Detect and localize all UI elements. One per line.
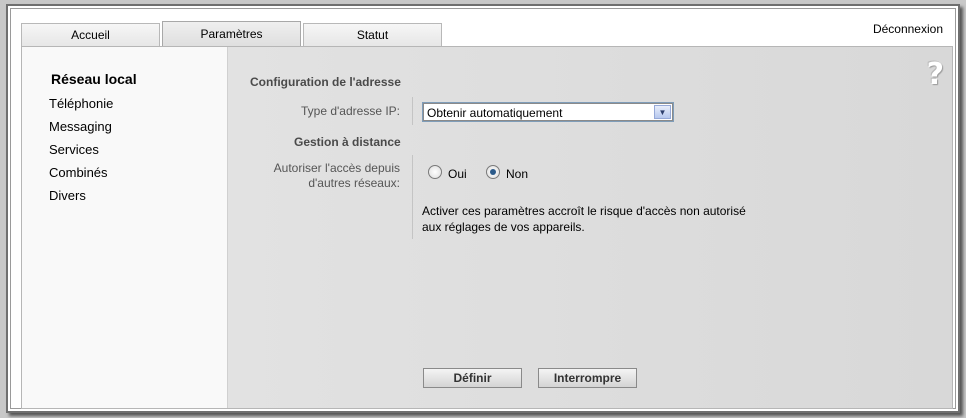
address-config-title: Configuration de l'adresse [250,75,401,89]
tab-parametres[interactable]: Paramètres [162,21,301,47]
ip-type-label: Type d'adresse IP: [300,104,400,118]
separator [412,155,413,239]
app-frame-inner: Accueil Paramètres Statut Déconnexion Ré… [10,8,956,409]
remote-management-title: Gestion à distance [294,135,401,149]
ip-type-value: Obtenir automatiquement [427,106,563,120]
radio-oui-label[interactable]: Oui [448,167,467,181]
separator [412,97,413,125]
sidebar-item-messaging[interactable]: Messaging [49,119,112,134]
settings-panel: Réseau local Téléphonie Messaging Servic… [21,46,953,409]
help-icon[interactable]: ? [927,57,944,92]
security-warning: Activer ces paramètres accroît le risque… [422,203,782,235]
tab-accueil[interactable]: Accueil [21,23,160,47]
logout-link[interactable]: Déconnexion [873,22,943,36]
sidebar: Réseau local Téléphonie Messaging Servic… [22,47,228,408]
security-warning-line2: aux réglages de vos appareils. [422,220,585,234]
allow-access-label-line1: Autoriser l'accès depuis [273,161,400,175]
cancel-button[interactable]: Interrompre [538,368,637,388]
define-button[interactable]: Définir [423,368,522,388]
radio-oui[interactable] [428,165,442,179]
sidebar-item-divers[interactable]: Divers [49,188,86,203]
chevron-down-icon[interactable]: ▼ [654,105,671,119]
sidebar-item-combines[interactable]: Combinés [49,165,108,180]
security-warning-line1: Activer ces paramètres accroît le risque… [422,204,746,218]
ip-type-select[interactable]: Obtenir automatiquement ▼ [422,102,674,122]
allow-access-label-line2: d'autres réseaux: [308,176,400,190]
sidebar-item-telephonie[interactable]: Téléphonie [49,96,113,111]
tab-statut[interactable]: Statut [303,23,442,47]
radio-non-label[interactable]: Non [506,167,528,181]
app-frame: Accueil Paramètres Statut Déconnexion Ré… [6,4,960,413]
tab-bar: Accueil Paramètres Statut [21,21,444,47]
radio-non[interactable] [486,165,500,179]
sidebar-item-reseau-local[interactable]: Réseau local [51,71,137,87]
sidebar-item-services[interactable]: Services [49,142,99,157]
